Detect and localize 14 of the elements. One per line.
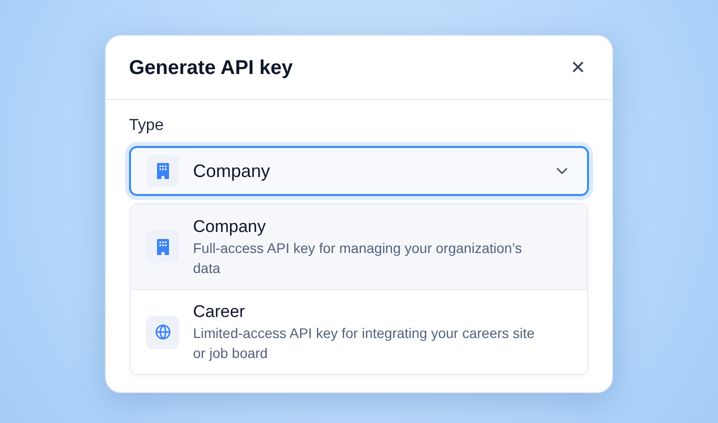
globe-icon	[154, 324, 170, 340]
field-label: Type	[129, 116, 165, 136]
dropdown-option[interactable]: Career Limited-access API key for integrating your careers site or job board	[131, 289, 587, 374]
close-button[interactable]: ×	[566, 56, 589, 80]
option-title: Career	[193, 301, 246, 323]
select-value: Company	[193, 160, 272, 183]
dialog-title: Generate API key	[129, 56, 293, 80]
building-icon	[157, 163, 169, 179]
option-description: Full-access API key for managing your organization’s data	[193, 238, 523, 278]
dropdown-option[interactable]: Company Full-access API key for managing your organization’s data	[131, 204, 587, 289]
option-title: Company	[193, 216, 267, 238]
building-icon	[156, 238, 168, 254]
option-description: Limited-access API key for integrating your careers site or job board	[193, 324, 536, 363]
type-select[interactable]: Company	[129, 146, 589, 196]
